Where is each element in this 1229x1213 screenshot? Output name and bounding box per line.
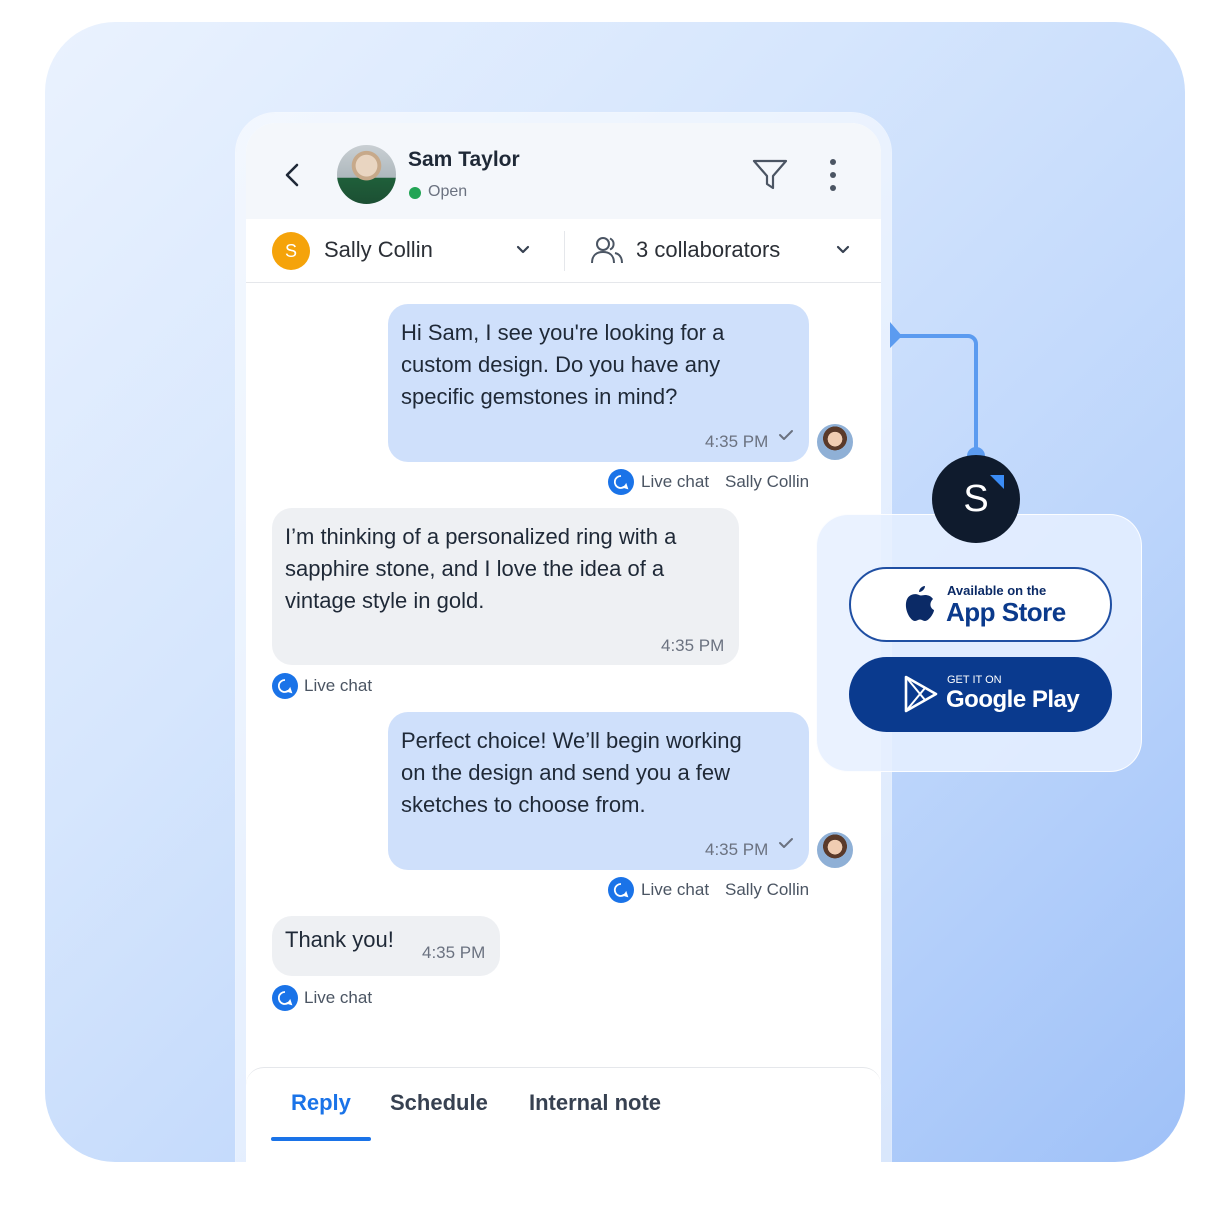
message-text: I’m thinking of a personalized ring with… [285,524,677,613]
app-store-label: App Store [946,597,1066,627]
agent-message-avatar [815,422,855,462]
message-channel: Live chat [641,880,710,899]
conversation-header: Sam Taylor Open [246,123,881,219]
assigned-agent-dropdown[interactable]: Sally Collin [324,237,433,263]
check-icon [779,838,793,848]
tab-internal-note[interactable]: Internal note [529,1090,661,1116]
message-time: 4:35 PM [422,943,486,962]
divider [564,231,565,271]
message-time: 4:35 PM [705,840,769,859]
assignment-bar: S Sally Collin 3 collaborators [246,219,881,283]
brand-letter: S [963,478,989,520]
live-chat-icon [272,673,298,699]
contact-name: Sam Taylor [408,148,520,171]
agent-message-avatar [815,830,855,870]
back-arrow-icon[interactable] [282,161,302,189]
active-tab-indicator [271,1137,371,1141]
filter-icon[interactable] [751,157,789,193]
message-bubble-incoming[interactable]: I’m thinking of a personalized ring with… [272,508,739,665]
message-time: 4:35 PM [661,636,725,655]
live-chat-icon [272,985,298,1011]
message-agent: Sally Collin [725,472,810,491]
message-agent: Sally Collin [725,880,810,899]
live-chat-icon [608,877,634,903]
google-play-label: Google Play [946,686,1080,713]
google-play-button[interactable]: GET IT ON Google Play [849,657,1112,732]
message-text: Perfect choice! We’ll begin working on t… [401,728,742,817]
collaborators-dropdown[interactable]: 3 collaborators [636,237,780,263]
apple-icon [905,586,934,621]
message-bubble-outgoing[interactable]: Hi Sam, I see you're looking for a custo… [388,304,809,462]
app-download-panel [816,514,1142,772]
brand-corner-mark [990,475,1004,489]
chat-screen: Sam Taylor Open S Sally Collin 3 collabo… [246,123,881,1163]
agent-avatar: S [272,232,310,270]
message-channel: Live chat [304,988,373,1007]
live-chat-icon [608,469,634,495]
composer-tabs: Reply Schedule Internal note [246,1067,881,1163]
collaborators-icon [591,237,623,264]
google-play-icon [904,675,938,713]
contact-status: Open [428,183,468,200]
status-dot [409,187,421,199]
chevron-down-icon[interactable] [516,245,530,255]
tab-reply[interactable]: Reply [291,1090,351,1116]
chevron-down-icon[interactable] [836,245,850,255]
app-store-button[interactable]: Available on the App Store [849,567,1112,642]
check-icon [779,430,793,440]
message-bubble-outgoing[interactable]: Perfect choice! We’ll begin working on t… [388,712,809,870]
stage: Sam Taylor Open S Sally Collin 3 collabo… [0,0,1229,1213]
tab-schedule[interactable]: Schedule [390,1090,488,1116]
message-time: 4:35 PM [705,432,769,451]
message-channel: Live chat [304,676,373,695]
connector-line [890,322,985,465]
google-play-caption: GET IT ON [947,674,1002,686]
contact-avatar[interactable] [337,145,396,204]
more-options-icon[interactable] [828,157,838,193]
app-store-caption: Available on the [947,583,1047,598]
message-bubble-incoming[interactable]: Thank you! 4:35 PM [272,916,500,976]
message-channel: Live chat [641,472,710,491]
brand-logo: S [932,455,1020,543]
message-text: Hi Sam, I see you're looking for a custo… [401,320,725,409]
